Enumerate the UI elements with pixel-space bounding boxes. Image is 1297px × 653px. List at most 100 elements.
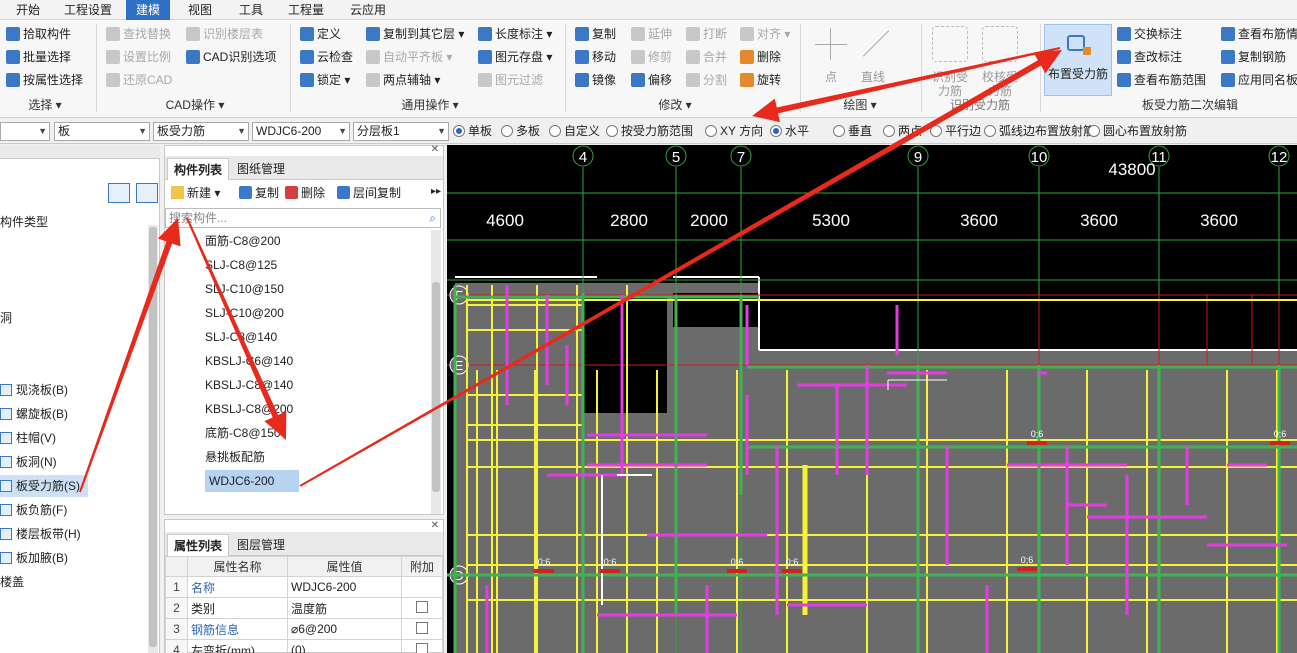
component-list-item[interactable]: KBSLJ-C8@140 xyxy=(205,374,293,396)
view-rebar-status-button[interactable]: 查看布筋情况 xyxy=(1221,24,1297,44)
search-input[interactable]: 搜索构件... ⌕ xyxy=(165,208,441,228)
radio-8[interactable]: 平行边 xyxy=(930,124,981,140)
delete-component-button[interactable]: 删除 xyxy=(285,183,325,203)
group-cad-title[interactable]: CAD操作 ▾ xyxy=(110,97,280,113)
save-element-button[interactable]: 图元存盘 ▾ xyxy=(478,47,552,67)
type-combo[interactable]: 板 ▼ xyxy=(54,122,150,141)
apply-same-name-button[interactable]: 应用同名板 xyxy=(1221,70,1297,90)
align-button[interactable]: 对齐 ▾ xyxy=(740,24,790,44)
merge-button[interactable]: 合并 xyxy=(686,47,727,67)
detail-view-icon[interactable] xyxy=(136,183,158,203)
tab-drawing-management[interactable]: 图纸管理 xyxy=(231,158,291,180)
trim-button[interactable]: 修剪 xyxy=(631,47,672,67)
search-icon[interactable]: ⌕ xyxy=(429,209,436,227)
property-row[interactable]: 2 类别 温度筋 xyxy=(165,597,443,619)
component-list-item[interactable]: SLJ-C10@150 xyxy=(205,278,284,300)
radio-5[interactable]: 水平 xyxy=(770,124,809,140)
identify-floor-table-button[interactable]: 识别楼层表 xyxy=(186,24,263,44)
identify-rebar-button[interactable]: 识别受力筋 xyxy=(927,24,973,98)
property-extra[interactable] xyxy=(401,597,443,619)
group-modify-title[interactable]: 修改 ▾ xyxy=(620,97,730,113)
restore-cad-button[interactable]: 还原CAD xyxy=(106,70,172,90)
set-scale-button[interactable]: 设置比例 xyxy=(106,47,171,67)
component-list-item[interactable]: WDJC6-200 xyxy=(205,470,299,492)
offset-button[interactable]: 偏移 xyxy=(631,70,672,90)
define-button[interactable]: 定义 xyxy=(300,24,341,44)
tree-item-hole[interactable]: 洞 xyxy=(0,307,12,329)
copy-component-button[interactable]: 复制 xyxy=(239,183,279,203)
delete-button[interactable]: 删除 xyxy=(740,47,781,67)
tree-item-floor-cover[interactable]: 楼盖 xyxy=(0,571,24,593)
place-rebar-button[interactable]: 布置受力筋 xyxy=(1044,24,1112,96)
tab-property-list[interactable]: 属性列表 xyxy=(167,534,230,556)
nav-item-6[interactable]: 楼层板带(H) xyxy=(0,523,88,545)
tab-layer-management[interactable]: 图层管理 xyxy=(231,534,291,556)
property-value[interactable]: ⌀6@200 xyxy=(287,618,402,640)
component-list-item[interactable]: KBSLJ-C8@200 xyxy=(205,398,293,420)
property-extra[interactable] xyxy=(401,618,443,640)
nav-item-5[interactable]: 板负筋(F) xyxy=(0,499,88,521)
property-value[interactable]: (0) xyxy=(287,639,402,653)
component-list-item[interactable]: 悬挑板配筋 xyxy=(205,446,265,468)
radio-6[interactable]: 垂直 xyxy=(833,124,872,140)
batch-select-button[interactable]: 批量选择 xyxy=(6,47,71,67)
cad-options-button[interactable]: CAD识别选项 xyxy=(186,47,276,67)
component-list-item[interactable]: SLJ-C8@125 xyxy=(205,254,277,276)
property-row[interactable]: 4 左弯折(mm) (0) xyxy=(165,639,443,653)
floor-combo[interactable]: ▼ xyxy=(0,122,50,141)
property-value[interactable]: WDJC6-200 xyxy=(287,576,402,598)
checkbox[interactable] xyxy=(416,600,428,613)
extend-button[interactable]: 延伸 xyxy=(631,24,672,44)
copy-button[interactable]: 复制 xyxy=(575,24,616,44)
property-row[interactable]: 1 名称 WDJC6-200 xyxy=(165,576,443,598)
nav-item-0[interactable]: 现浇板(B) xyxy=(0,379,88,401)
find-replace-button[interactable]: 查找替换 xyxy=(106,24,171,44)
checkbox[interactable] xyxy=(416,642,428,653)
copy-rebar-button[interactable]: 复制钢筋 xyxy=(1221,47,1286,67)
nav-item-3[interactable]: 板洞(N) xyxy=(0,451,88,473)
rotate-button[interactable]: 旋转 xyxy=(740,70,781,90)
tab-component-list[interactable]: 构件列表 xyxy=(167,158,230,180)
group-draw-title[interactable]: 绘图 ▾ xyxy=(830,97,890,113)
close-icon[interactable]: ✕ xyxy=(431,520,439,531)
edit-annotation-button[interactable]: 查改标注 xyxy=(1117,47,1182,67)
scrollbar-thumb[interactable] xyxy=(149,227,157,647)
select-by-attr-button[interactable]: 按属性选择 xyxy=(6,70,83,90)
group-select-title[interactable]: 选择 ▾ xyxy=(0,97,90,113)
radio-4[interactable]: XY 方向 xyxy=(705,124,763,140)
radio-3[interactable]: 按受力筋范围 xyxy=(606,124,693,140)
mirror-button[interactable]: 镜像 xyxy=(575,70,616,90)
split-button[interactable]: 分割 xyxy=(686,70,727,90)
component-list-item[interactable]: SLJ-C10@200 xyxy=(205,302,284,324)
menu-start[interactable]: 开始 xyxy=(14,0,42,20)
nav-scrollbar[interactable] xyxy=(148,225,158,653)
nav-item-4[interactable]: 板受力筋(S) xyxy=(0,475,88,497)
radio-1[interactable]: 多板 xyxy=(501,124,540,140)
scrollbar-thumb[interactable] xyxy=(432,282,440,492)
copy-to-other-floor-button[interactable]: 复制到其它层 ▾ xyxy=(366,24,464,44)
radio-2[interactable]: 自定义 xyxy=(549,124,600,140)
length-dim-button[interactable]: 长度标注 ▾ xyxy=(478,24,552,44)
checkbox[interactable] xyxy=(416,621,428,634)
element-filter-button[interactable]: 图元过滤 xyxy=(478,70,543,90)
radio-10[interactable]: 圆心布置放射筋 xyxy=(1088,124,1187,140)
move-button[interactable]: 移动 xyxy=(575,47,616,67)
menu-tools[interactable]: 工具 xyxy=(237,0,265,20)
nav-item-1[interactable]: 螺旋板(B) xyxy=(0,403,88,425)
floor-plan-drawing[interactable]: 4 5 7 9 10 11 12438004600 2800 2000 5300 3600 3600 3… xyxy=(447,145,1297,653)
component-list-item[interactable]: 面筋-C8@200 xyxy=(205,230,281,252)
menu-quantity[interactable]: 工程量 xyxy=(286,0,326,20)
property-row[interactable]: 3 钢筋信息 ⌀6@200 xyxy=(165,618,443,640)
check-rebar-button[interactable]: 校核受力筋 xyxy=(977,24,1023,98)
radio-0[interactable]: 单板 xyxy=(453,124,492,140)
component-list-item[interactable]: SLJ-C8@140 xyxy=(205,326,277,348)
radio-9[interactable]: 弧线边布置放射筋 xyxy=(984,124,1095,140)
close-icon[interactable]: ✕ xyxy=(431,144,439,155)
menu-cloud[interactable]: 云应用 xyxy=(348,0,388,20)
swap-annotation-button[interactable]: 交换标注 xyxy=(1117,24,1182,44)
property-extra[interactable] xyxy=(401,576,443,598)
radio-7[interactable]: 两点 xyxy=(883,124,922,140)
property-extra[interactable] xyxy=(401,639,443,653)
more-icon[interactable]: ▸▸ xyxy=(431,186,441,197)
list-view-icon[interactable] xyxy=(108,183,130,203)
